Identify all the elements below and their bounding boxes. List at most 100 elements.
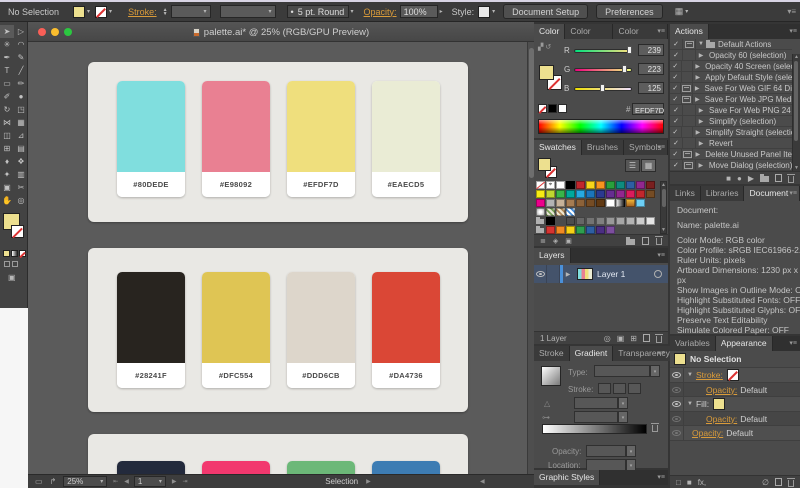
- direct-selection-tool[interactable]: ▷: [14, 25, 28, 38]
- panel-menu-icon[interactable]: ▾≡: [657, 346, 665, 361]
- swatch-cell[interactable]: [646, 226, 655, 234]
- fill-color-chip[interactable]: [73, 6, 85, 18]
- slice-tool[interactable]: ✂: [14, 181, 28, 194]
- tab-stroke[interactable]: Stroke: [534, 346, 570, 361]
- action-enabled-checkbox[interactable]: ✓: [670, 105, 683, 115]
- delete-layer-icon[interactable]: [656, 336, 662, 343]
- palette-card[interactable]: #28241F#DFC554#DDD6CB#DA4736: [88, 248, 468, 412]
- action-dialog-toggle[interactable]: [681, 83, 692, 93]
- swatch-cell[interactable]: [546, 217, 555, 225]
- scroll-up-icon[interactable]: ▲: [793, 54, 800, 60]
- palette-swatch[interactable]: #80DEDE: [117, 81, 185, 197]
- expand-icon[interactable]: ▶: [696, 118, 706, 125]
- swatch-cell[interactable]: [536, 199, 545, 207]
- swatch-cell[interactable]: [566, 190, 575, 198]
- action-dialog-toggle[interactable]: [683, 39, 696, 49]
- scale-tool[interactable]: ◳: [14, 103, 28, 116]
- slider-handle[interactable]: [627, 46, 632, 54]
- delete-action-icon[interactable]: [788, 176, 794, 183]
- free-transform-tool[interactable]: ▦: [14, 116, 28, 129]
- swatch-cell[interactable]: [576, 190, 585, 198]
- swatch-cell[interactable]: [556, 199, 565, 207]
- panel-menu-icon[interactable]: ▾≡: [657, 248, 665, 263]
- lasso-tool[interactable]: ◠: [14, 38, 28, 51]
- swatch-cell[interactable]: [586, 199, 595, 207]
- expand-icon[interactable]: ▶: [693, 129, 702, 136]
- swatch-cell[interactable]: [596, 190, 605, 198]
- tab-color-guide[interactable]: Color Guide: [565, 24, 613, 39]
- opacity-link[interactable]: Opacity:: [692, 428, 723, 438]
- tab-actions[interactable]: Actions: [670, 24, 709, 39]
- color-shift-icons[interactable]: ▞ ↺: [538, 43, 551, 51]
- swatch-cell[interactable]: [596, 217, 605, 225]
- palette-swatch[interactable]: [202, 461, 270, 474]
- swatch-cell[interactable]: [576, 217, 585, 225]
- color-group-folder-icon[interactable]: [536, 217, 545, 225]
- opacity-link[interactable]: Opacity:: [706, 385, 737, 395]
- visibility-toggle[interactable]: [670, 368, 684, 382]
- layer-thumbnail[interactable]: [577, 268, 593, 280]
- appearance-row-no-selection[interactable]: No Selection: [670, 351, 800, 368]
- artboard-canvas[interactable]: #80DEDE#E98092#EFDF7D#EAECD5#28241F#DFC5…: [28, 42, 534, 474]
- tab-variables[interactable]: Variables: [670, 336, 716, 351]
- swatch-cell[interactable]: [536, 181, 545, 189]
- grid-view-button[interactable]: ▦: [641, 159, 656, 172]
- opacity-input[interactable]: 100%: [400, 5, 438, 18]
- shape-builder-tool[interactable]: ◫: [0, 129, 14, 142]
- expand-icon[interactable]: ▶: [696, 52, 706, 59]
- appearance-row-opacity[interactable]: Opacity: Default: [670, 426, 800, 441]
- swatch-cell[interactable]: [556, 217, 565, 225]
- add-effect-icon[interactable]: fx,: [698, 478, 706, 487]
- scroll-up-icon[interactable]: ▲: [661, 182, 666, 188]
- color-themes-icon[interactable]: ◈: [553, 237, 558, 245]
- delete-swatch-icon[interactable]: [656, 238, 662, 245]
- action-row[interactable]: ✓▶Apply Default Style (selec...: [670, 72, 792, 83]
- swatch-cell[interactable]: [546, 190, 555, 198]
- symbol-sprayer-tool[interactable]: ✦: [0, 168, 14, 181]
- appearance-row-opacity[interactable]: Opacity: Default: [670, 412, 800, 426]
- workspace-dropdown-icon[interactable]: ▾: [685, 8, 688, 15]
- action-enabled-checkbox[interactable]: ✓: [670, 39, 683, 49]
- play-icon[interactable]: ▶: [748, 174, 754, 183]
- new-action-icon[interactable]: [775, 174, 782, 182]
- color-group-folder-icon[interactable]: [536, 226, 545, 234]
- document-setup-button[interactable]: Document Setup: [503, 4, 588, 19]
- black-swatch[interactable]: [548, 104, 557, 113]
- opacity-link[interactable]: Opacity:: [706, 414, 737, 424]
- new-color-group-icon[interactable]: [626, 239, 635, 245]
- draw-normal-button[interactable]: [4, 261, 10, 267]
- new-sublayer-icon[interactable]: ⊞: [630, 334, 637, 343]
- swatch-cell[interactable]: [586, 208, 595, 216]
- swatch-cell[interactable]: [616, 226, 625, 234]
- tab-appearance[interactable]: Appearance: [716, 336, 773, 351]
- attribute-swatch[interactable]: [713, 398, 725, 410]
- tab-libraries[interactable]: Libraries: [701, 186, 745, 201]
- palette-swatch[interactable]: #EAECD5: [372, 81, 440, 197]
- new-layer-icon[interactable]: [643, 334, 650, 342]
- swatch-cell[interactable]: [586, 217, 595, 225]
- stepper-down-icon[interactable]: ▼: [163, 12, 168, 16]
- status-splitter-icon[interactable]: ◀: [480, 478, 485, 485]
- swatch-cell[interactable]: [606, 199, 615, 207]
- chevron-down-icon[interactable]: ▾: [650, 365, 660, 377]
- gradient-angle-input[interactable]: [574, 397, 618, 409]
- color-spectrum-bar[interactable]: [538, 119, 664, 134]
- swatch-cell[interactable]: [646, 217, 655, 225]
- stroke-dropdown-icon[interactable]: ▾: [109, 8, 112, 15]
- rotate-tool[interactable]: ↻: [0, 103, 14, 116]
- blob-brush-tool[interactable]: ●: [14, 90, 28, 103]
- palette-card[interactable]: [88, 434, 468, 474]
- clipping-mask-icon[interactable]: ▣: [617, 334, 625, 343]
- expand-icon[interactable]: ▼: [687, 372, 693, 378]
- first-artboard-icon[interactable]: ⇤: [113, 478, 118, 485]
- action-row[interactable]: ✓▶Save For Web GIF 64 Dith...: [670, 83, 792, 94]
- preferences-button[interactable]: Preferences: [596, 4, 663, 19]
- attribute-swatch[interactable]: [727, 369, 739, 381]
- eyedropper-tool[interactable]: ♦: [0, 155, 14, 168]
- swatch-cell[interactable]: [566, 226, 575, 234]
- channel-value-input[interactable]: 239: [638, 44, 664, 56]
- swatch-cell[interactable]: [626, 181, 635, 189]
- locate-object-icon[interactable]: ◎: [604, 334, 611, 343]
- action-dialog-toggle[interactable]: [683, 105, 696, 115]
- type-tool[interactable]: T: [0, 64, 14, 77]
